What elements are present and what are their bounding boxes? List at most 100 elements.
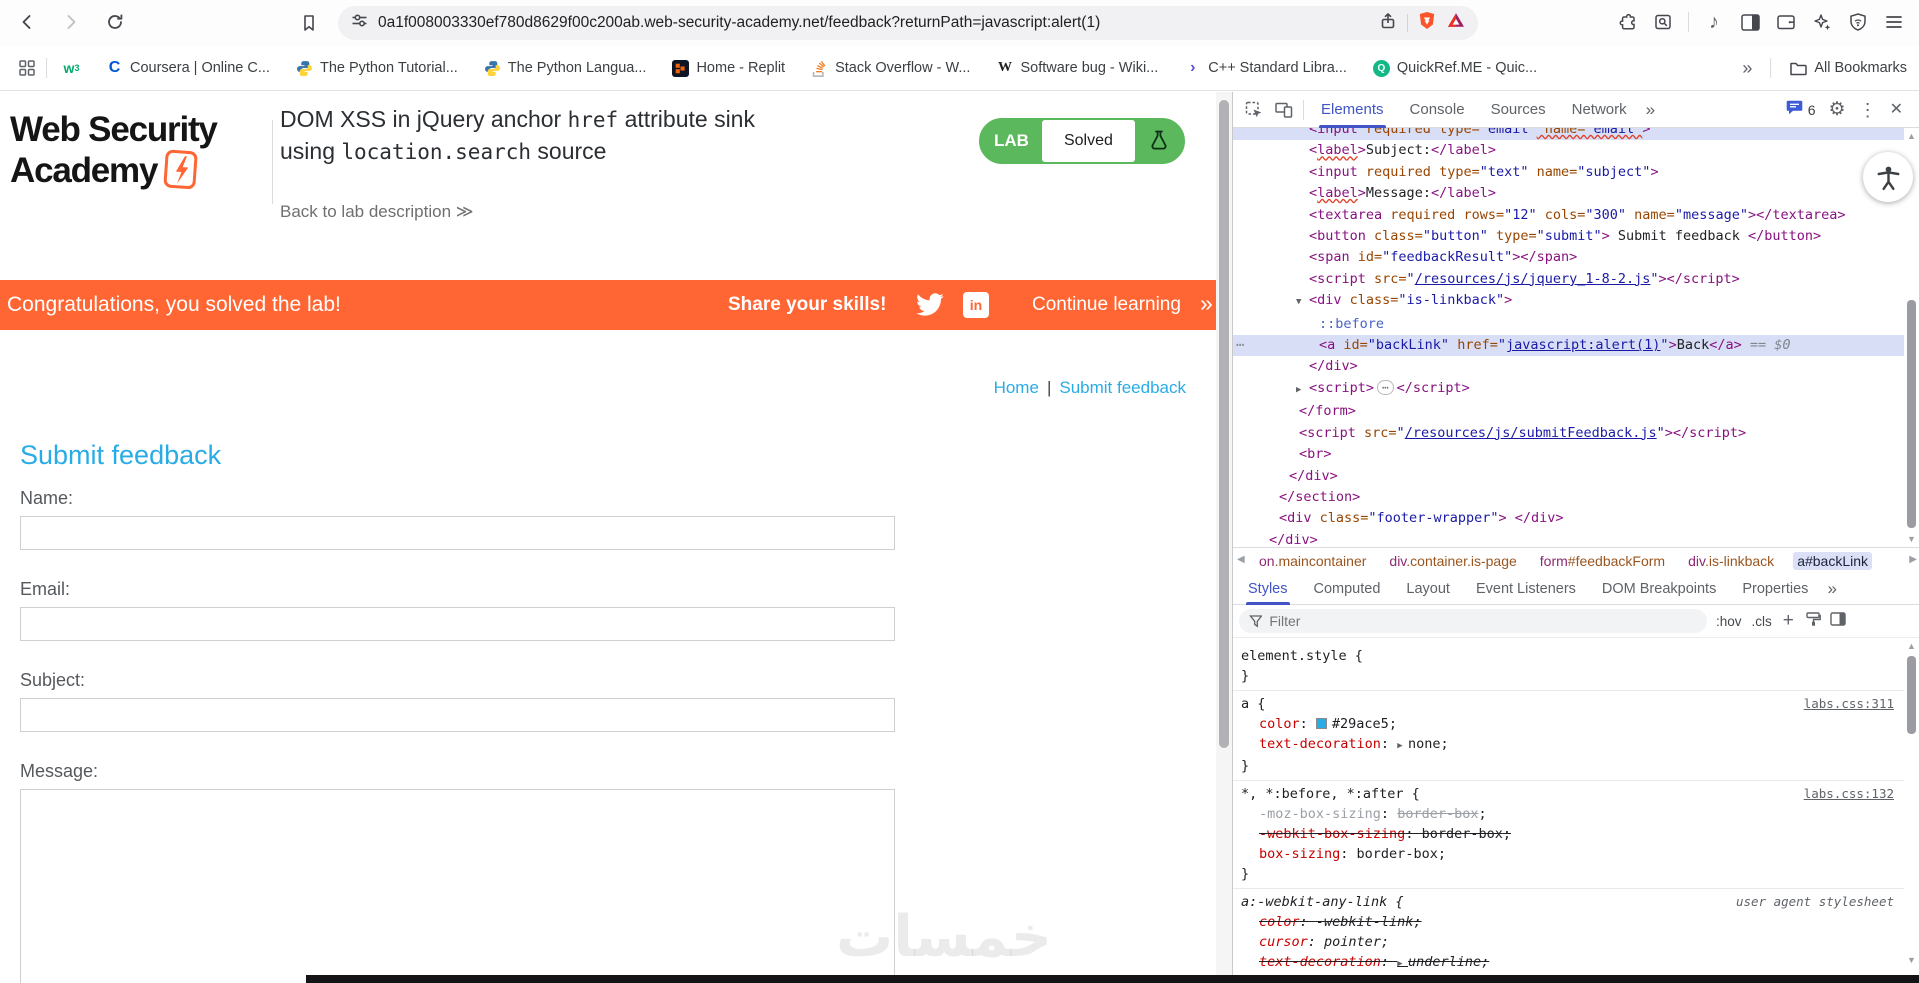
tab-sources[interactable]: Sources [1478, 92, 1559, 128]
dom-tree-row[interactable]: </div> [1233, 530, 1904, 547]
breadcrumb-right-icon[interactable]: ▶ [1909, 554, 1917, 565]
nav-submit-feedback-link[interactable]: Submit feedback [1059, 378, 1186, 397]
css-selector[interactable]: a { [1241, 696, 1265, 712]
filter-input[interactable] [1269, 613, 1697, 629]
styles-scrollbar[interactable]: ▲ ▼ [1904, 638, 1919, 968]
bookmark-item[interactable]: Home - Replit [672, 59, 785, 77]
share-icon[interactable] [1378, 11, 1398, 36]
message-input[interactable] [20, 789, 895, 983]
dom-tree-row[interactable]: </div> [1233, 466, 1904, 487]
bookmark-item[interactable]: The Python Tutorial... [296, 60, 458, 77]
page-scrollbar[interactable] [1216, 92, 1232, 983]
styles-tab-dom-breakpoints[interactable]: DOM Breakpoints [1589, 573, 1729, 605]
stylesheet-source[interactable]: labs.css:311 [1804, 694, 1894, 714]
close-devtools-icon[interactable]: ✕ [1890, 101, 1903, 118]
styles-scrollbar-thumb[interactable] [1907, 656, 1916, 734]
leo-ai-sparkle-icon[interactable] [1807, 7, 1837, 37]
css-property[interactable]: color: #29ace5; [1241, 714, 1896, 734]
pseudo-toggle-cls[interactable]: .cls [1752, 614, 1772, 629]
issues-count[interactable]: 6 [1808, 102, 1816, 118]
back-to-lab-description-link[interactable]: Back to lab description ≫ [280, 202, 474, 222]
stylesheet-source[interactable]: labs.css:132 [1804, 784, 1894, 804]
dom-tree-row[interactable]: <input required type="text" name="subjec… [1233, 162, 1904, 183]
email-input[interactable] [20, 607, 895, 641]
breadcrumb-left-icon[interactable]: ◀ [1237, 554, 1245, 565]
inspect-element-icon[interactable] [1239, 95, 1269, 125]
forward-button[interactable] [56, 7, 86, 37]
dom-tree-row[interactable]: <label>Subject:</label> [1233, 140, 1904, 161]
expand-arrow-icon[interactable]: ▶ [1296, 380, 1309, 401]
dom-tree-row[interactable]: ⋯ <a id="backLink" href="javascript:alert… [1233, 335, 1904, 357]
breadcrumb-item[interactable]: form#feedbackForm [1536, 552, 1669, 570]
dom-tree-row[interactable]: <button class="button" type="submit"> Su… [1233, 226, 1904, 247]
css-property[interactable]: box-sizing: border-box; [1241, 844, 1896, 864]
styles-tab-computed[interactable]: Computed [1301, 573, 1394, 605]
scroll-down-icon[interactable]: ▼ [1904, 534, 1919, 544]
menu-icon[interactable] [1879, 7, 1909, 37]
bookmark-item[interactable]: w3 [63, 60, 80, 77]
twitter-icon[interactable] [916, 293, 944, 321]
web-security-academy-logo[interactable]: Web Security Academy [10, 110, 218, 191]
sidebar-icon[interactable] [1735, 7, 1765, 37]
bookmark-page-icon[interactable] [294, 8, 324, 38]
dom-tree-row[interactable]: <span id="feedbackResult"></span> [1233, 247, 1904, 268]
more-tabs-icon[interactable]: » [1640, 100, 1661, 120]
bookmark-item[interactable]: C Coursera | Online C... [106, 59, 270, 77]
css-selector[interactable]: element.style { [1241, 648, 1363, 664]
dom-tree-row[interactable]: <label>Message:</label> [1233, 183, 1904, 204]
styles-tab-properties[interactable]: Properties [1729, 573, 1821, 605]
settings-gear-icon[interactable]: ⚙ [1829, 100, 1846, 119]
apps-grid-icon[interactable] [12, 53, 42, 83]
extensions-puzzle-icon[interactable] [1612, 7, 1642, 37]
tab-network[interactable]: Network [1559, 92, 1640, 128]
more-actions-icon[interactable]: ⋯ [1236, 335, 1244, 356]
styles-tab-styles[interactable]: Styles [1235, 573, 1301, 605]
tab-elements[interactable]: Elements [1308, 92, 1397, 128]
media-control-icon[interactable]: ♪ [1699, 7, 1729, 37]
collapse-arrow-icon[interactable]: ▼ [1296, 292, 1309, 313]
dom-tree-row[interactable]: </div> [1233, 356, 1904, 377]
all-bookmarks-button[interactable]: All Bookmarks [1789, 60, 1907, 76]
dom-tree-row[interactable]: <div class="footer-wrapper"> </div> [1233, 508, 1904, 529]
rendering-emulation-icon[interactable] [1805, 611, 1821, 632]
dock-side-icon[interactable] [1830, 611, 1846, 631]
styles-more-tabs-icon[interactable]: » [1821, 579, 1842, 599]
search-page-icon[interactable] [1648, 7, 1678, 37]
stylesheet-source[interactable]: user agent stylesheet [1736, 892, 1894, 912]
continue-learning-link[interactable]: Continue learning [1032, 294, 1181, 316]
breadcrumb-item[interactable]: a#backLink [1793, 551, 1873, 570]
nav-home-link[interactable]: Home [994, 378, 1039, 397]
dom-tree-row[interactable]: ▶ <script> ⋯ </script> [1233, 378, 1904, 401]
page-scrollbar-thumb[interactable] [1219, 100, 1229, 748]
dom-tree-row[interactable]: <input required type="email" name="email… [1233, 128, 1904, 141]
issues-icon[interactable] [1786, 100, 1803, 120]
reload-button[interactable] [100, 7, 130, 37]
css-property[interactable]: -webkit-box-sizing: border-box; [1241, 824, 1896, 844]
pseudo-toggle-hov[interactable]: :hov [1716, 614, 1742, 629]
wallet-icon[interactable] [1771, 7, 1801, 37]
bookmark-item[interactable]: › C++ Standard Libra... [1184, 59, 1347, 77]
css-selector[interactable]: *, *:before, *:after { [1241, 786, 1420, 802]
styles-filter[interactable] [1239, 609, 1707, 633]
bookmark-item[interactable]: Stack Overflow - W... [811, 60, 970, 77]
back-button[interactable] [12, 7, 42, 37]
breadcrumb-item[interactable]: div.is-linkback [1684, 552, 1778, 570]
dom-tree-row[interactable]: <textarea required rows="12" cols="300" … [1233, 205, 1904, 226]
brave-shield-icon[interactable] [1417, 10, 1437, 36]
bookmark-item[interactable]: W Software bug - Wiki... [996, 60, 1158, 77]
dom-tree-row[interactable]: <br> [1233, 444, 1904, 465]
bookmark-item[interactable]: Q QuickRef.ME - Quic... [1372, 59, 1537, 77]
breadcrumb-item[interactable]: on.maincontainer [1255, 552, 1370, 570]
dom-scrollbar-thumb[interactable] [1907, 300, 1916, 528]
css-property[interactable]: text-decoration: ▶ underline; [1241, 952, 1896, 974]
css-property[interactable]: cursor: pointer; [1241, 932, 1896, 952]
site-settings-icon[interactable] [350, 11, 369, 35]
url-bar[interactable]: 0a1f008003330ef780d8629f00c200ab.web-sec… [338, 6, 1478, 40]
dom-tree-row[interactable]: ::before [1233, 314, 1904, 335]
css-property[interactable]: color: -webkit-link; [1241, 912, 1896, 932]
vpn-shield-icon[interactable] [1843, 7, 1873, 37]
bookmarks-overflow-icon[interactable]: » [1742, 59, 1752, 77]
device-toolbar-icon[interactable] [1269, 95, 1299, 125]
dom-tree-row[interactable]: ▼ <div class="is-linkback"> [1233, 290, 1904, 313]
brave-rewards-icon[interactable] [1446, 11, 1466, 35]
